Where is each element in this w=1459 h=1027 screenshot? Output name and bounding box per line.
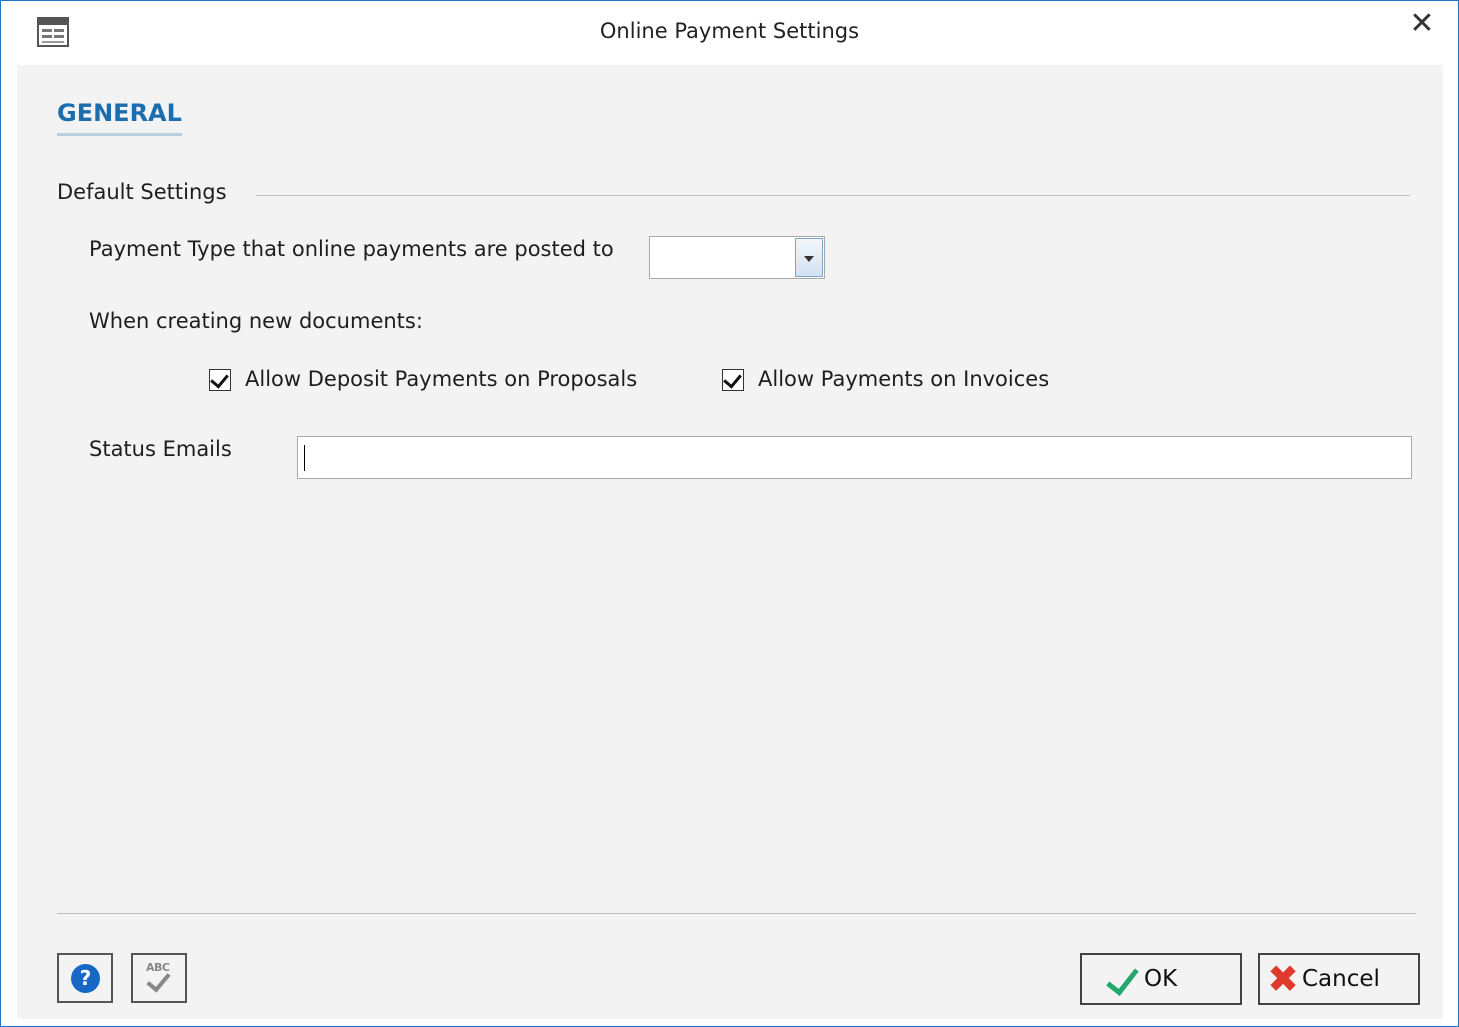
allow-deposit-checkbox[interactable] xyxy=(209,369,231,391)
text-caret xyxy=(304,445,305,471)
checkmark-icon xyxy=(723,369,742,389)
status-emails-label: Status Emails xyxy=(89,437,232,461)
cancel-button[interactable]: ✖ Cancel xyxy=(1258,953,1420,1005)
allow-invoice-checkbox[interactable] xyxy=(722,369,744,391)
allow-deposit-label[interactable]: Allow Deposit Payments on Proposals xyxy=(245,367,637,391)
close-icon[interactable]: ✕ xyxy=(1402,7,1442,41)
cancel-x-icon: ✖ xyxy=(1267,957,1299,1001)
ok-button[interactable]: OK xyxy=(1080,953,1242,1005)
tab-general[interactable]: GENERAL xyxy=(57,99,182,136)
section-title-default-settings: Default Settings xyxy=(57,180,227,204)
window-title: Online Payment Settings xyxy=(599,19,860,43)
chevron-down-icon xyxy=(804,256,814,262)
title-bar[interactable]: Online Payment Settings ✕ xyxy=(1,1,1458,65)
dialog-content: GENERAL Default Settings Payment Type th… xyxy=(17,65,1443,1019)
allow-invoice-label[interactable]: Allow Payments on Invoices xyxy=(758,367,1049,391)
spellcheck-button[interactable]: ABC xyxy=(131,953,187,1003)
footer-divider xyxy=(57,913,1416,914)
status-emails-input[interactable] xyxy=(297,436,1412,479)
help-icon: ? xyxy=(71,964,100,993)
cancel-label: Cancel xyxy=(1302,966,1380,992)
payment-type-label: Payment Type that online payments are po… xyxy=(89,237,614,261)
new-documents-label: When creating new documents: xyxy=(89,309,423,333)
ok-label: OK xyxy=(1144,966,1178,992)
section-divider xyxy=(256,195,1410,196)
dropdown-button[interactable] xyxy=(795,238,823,277)
checkmark-icon xyxy=(210,369,229,389)
checkmark-icon xyxy=(1106,961,1139,996)
help-button[interactable]: ? xyxy=(57,953,113,1003)
payment-type-select[interactable] xyxy=(649,236,825,279)
dialog-window: Online Payment Settings ✕ GENERAL Defaul… xyxy=(0,0,1459,1027)
